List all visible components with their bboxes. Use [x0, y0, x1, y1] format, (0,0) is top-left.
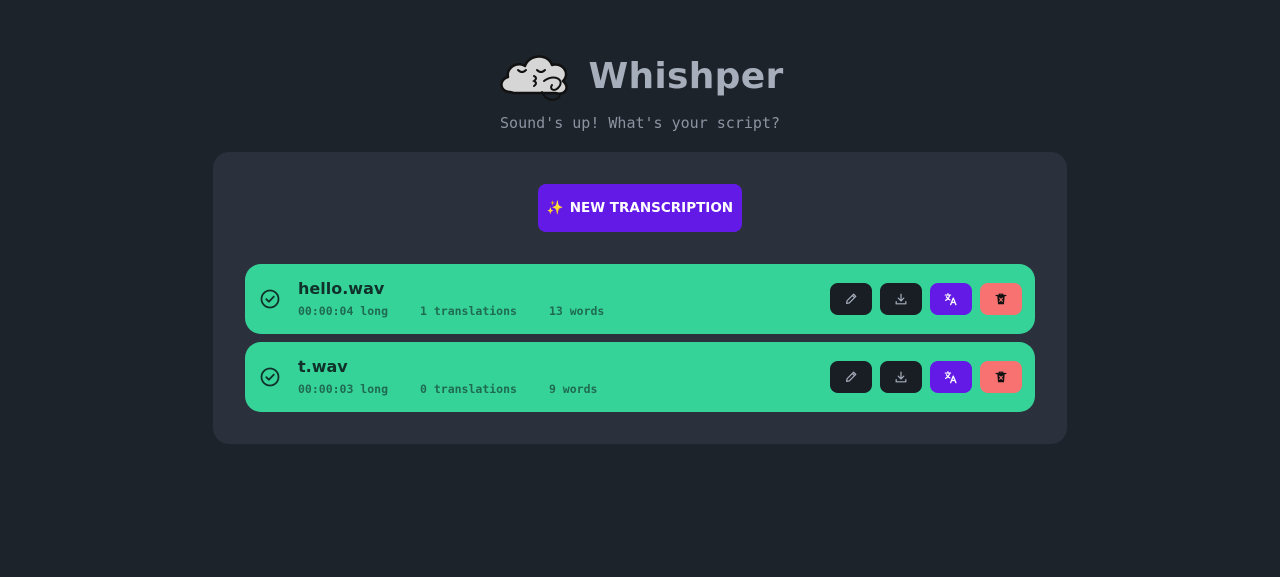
translate-icon: [944, 371, 957, 384]
download-button[interactable]: [880, 361, 922, 393]
sparkles-icon: ✨: [546, 200, 564, 216]
transcription-card[interactable]: t.wav 00:00:03 long 0 translations 9 wor…: [245, 342, 1035, 412]
app-header: Whishper: [0, 46, 1280, 106]
translate-button[interactable]: [930, 361, 972, 393]
transcription-word-count: 13 words: [548, 304, 605, 318]
transcription-word-count: 9 words: [548, 382, 598, 396]
transcription-duration: 00:00:04 long: [298, 304, 389, 318]
edit-button[interactable]: [830, 283, 872, 315]
edit-icon: [846, 293, 857, 304]
transcription-duration: 00:00:03 long: [298, 382, 389, 396]
transcription-card[interactable]: hello.wav 00:00:04 long 1 translations 1…: [245, 264, 1035, 334]
app-subtitle: Sound's up! What's your script?: [500, 114, 780, 132]
transcription-filename: t.wav: [298, 357, 348, 376]
transcription-meta: 00:00:03 long 0 translations 9 words: [298, 382, 597, 396]
cloud-face-icon: [500, 55, 569, 101]
transcription-actions: [830, 283, 1022, 315]
transcription-filename: hello.wav: [298, 279, 385, 298]
trash-icon: [995, 293, 1007, 305]
transcription-actions: [830, 361, 1022, 393]
trash-icon: [995, 371, 1007, 383]
edit-icon: [846, 371, 857, 382]
delete-button[interactable]: [980, 283, 1022, 315]
edit-button[interactable]: [830, 361, 872, 393]
delete-button[interactable]: [980, 361, 1022, 393]
transcription-translations-count: 1 translations: [420, 304, 517, 318]
check-circle-icon: [260, 367, 280, 387]
new-transcription-label: NEW TRANSCRIPTION: [569, 200, 734, 216]
app-title: Whishper: [588, 55, 784, 97]
transcriptions-panel: ✨ NEW TRANSCRIPTION hello.wav 00:00:04 l…: [213, 152, 1067, 444]
download-button[interactable]: [880, 283, 922, 315]
transcription-meta: 00:00:04 long 1 translations 13 words: [298, 304, 604, 318]
transcription-translations-count: 0 translations: [420, 382, 517, 396]
new-transcription-button[interactable]: ✨ NEW TRANSCRIPTION: [538, 184, 742, 232]
check-circle-icon: [260, 289, 280, 309]
translate-icon: [944, 293, 957, 306]
translate-button[interactable]: [930, 283, 972, 315]
download-icon: [895, 293, 907, 305]
download-icon: [895, 371, 907, 383]
